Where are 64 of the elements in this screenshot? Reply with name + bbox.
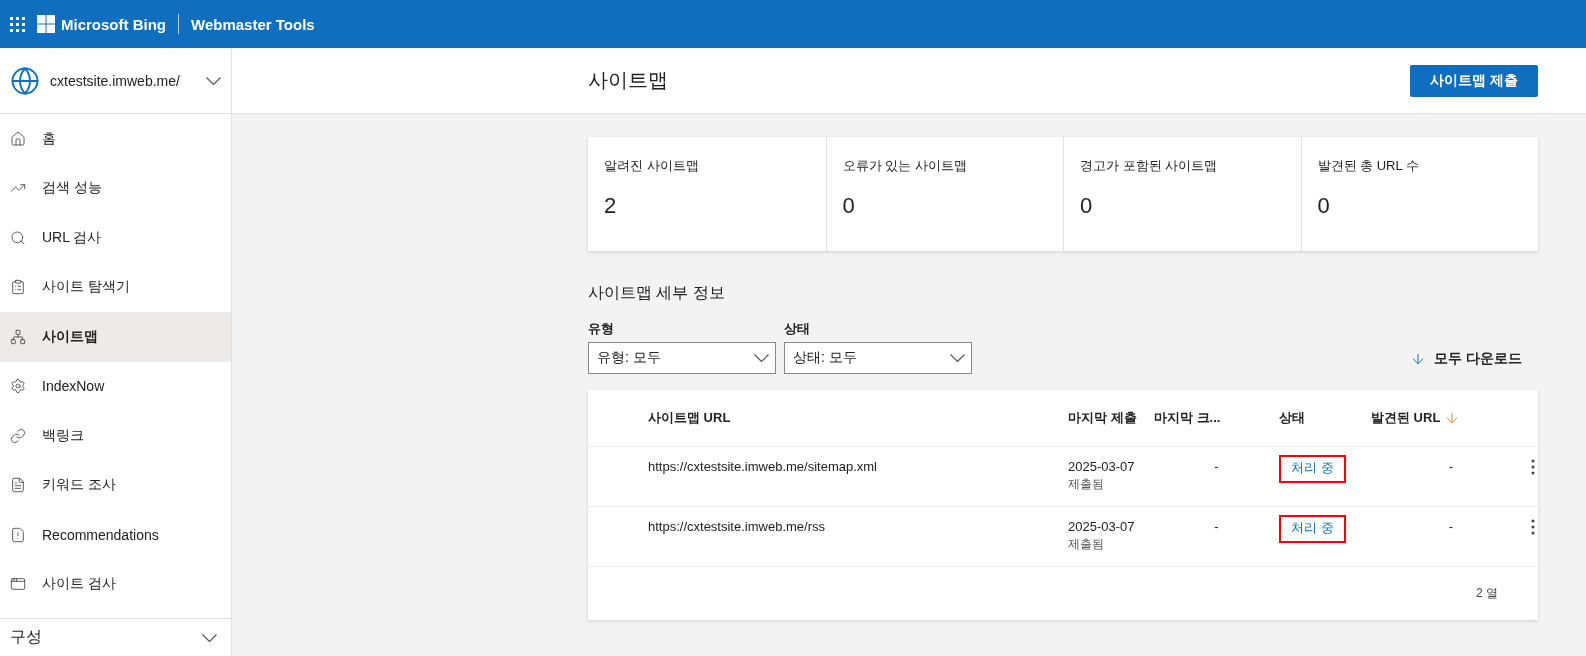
table-cell: https://cxtestsite.imweb.me/rss (648, 519, 825, 534)
status-text: 처리 중 (1279, 455, 1346, 483)
filter-dropdown[interactable]: 상태: 모두 (784, 342, 972, 374)
stat-label: 오류가 있는 사이트맵 (842, 157, 968, 175)
document-warning-icon (10, 526, 26, 543)
sidebar-item[interactable]: 백링크 (0, 411, 231, 461)
submitted-label: 제출됨 (1068, 476, 1104, 493)
status-text: 처리 중 (1279, 515, 1346, 543)
column-header[interactable]: 마지막 크... (1154, 409, 1279, 427)
stat-label: 경고가 포함된 사이트맵 (1080, 157, 1219, 175)
brand-name: Microsoft Bing (61, 15, 166, 33)
hierarchy-icon (10, 328, 26, 345)
window-icon (10, 576, 26, 593)
product-name: Webmaster Tools (191, 15, 315, 33)
stat-label: 알려진 사이트맵 (604, 157, 700, 175)
table-cell: - (1448, 459, 1454, 474)
column-header[interactable]: 상태 (1279, 409, 1371, 427)
sidebar-item[interactable]: URL 검사 (0, 213, 231, 263)
stat-value: 0 (1080, 193, 1094, 219)
stat-label: 발견된 총 URL 수 (1317, 157, 1420, 175)
stat-value: 2 (604, 193, 618, 219)
column-header[interactable]: 사이트맵 URL (648, 409, 1068, 427)
chevron-down-icon (754, 354, 769, 362)
sidebar-item[interactable]: 홈 (0, 114, 231, 164)
document-icon (10, 477, 26, 494)
stat-value: 0 (1317, 193, 1331, 219)
home-icon (10, 130, 26, 147)
link-icon (10, 427, 26, 444)
stat-value: 0 (842, 193, 856, 219)
site-selector[interactable]: cxtestsite.imweb.me/ (0, 48, 231, 114)
table-cell: - (1214, 519, 1219, 534)
column-header[interactable]: 마지막 제출 (1068, 409, 1154, 427)
submit-sitemap-button[interactable]: 사이트맵 제출 (1410, 64, 1538, 97)
chevron-down-icon (206, 76, 221, 85)
filter-label: 상태 (784, 320, 811, 338)
table-cell: https://cxtestsite.imweb.me/sitemap.xml (648, 459, 877, 474)
sidebar-item[interactable]: Recommendations (0, 510, 231, 560)
row-count: 2 열 (1476, 585, 1498, 602)
table-cell: 2025-03-07 (1068, 459, 1135, 474)
logo-icon (37, 15, 55, 33)
checklist-icon (10, 279, 26, 296)
chevron-down-icon (950, 354, 965, 362)
sidebar-item[interactable]: 키워드 조사 (0, 460, 231, 510)
download-all-button[interactable]: 모두 다운로드 (1394, 350, 1538, 374)
table-cell: 2025-03-07 (1068, 519, 1135, 534)
sidebar-item[interactable]: IndexNow (0, 361, 231, 411)
search-icon (10, 229, 26, 246)
chevron-icon (202, 633, 217, 642)
table-cell: - (1214, 459, 1219, 474)
sidebar-item[interactable]: 검색 성능 (0, 163, 231, 213)
filter-dropdown[interactable]: 유형: 모두 (588, 342, 776, 374)
globe-icon (10, 65, 40, 96)
sidebar-item[interactable]: 사이트 검사 (0, 559, 231, 609)
column-header[interactable]: 발견된 URL (1371, 409, 1531, 427)
sidebar-item[interactable]: 사이트맵 (0, 312, 231, 362)
submitted-label: 제출됨 (1068, 536, 1104, 553)
app-launcher-icon[interactable] (10, 16, 25, 32)
page-title: 사이트맵 (588, 68, 668, 93)
filter-label: 유형 (588, 320, 615, 338)
sidebar-item[interactable]: 사이트 탐색기 (0, 262, 231, 312)
gear-icon (10, 378, 26, 395)
section-title: 사이트맵 세부 정보 (588, 283, 726, 303)
table-cell: - (1448, 519, 1454, 534)
section-header[interactable]: 구성 (0, 618, 231, 656)
